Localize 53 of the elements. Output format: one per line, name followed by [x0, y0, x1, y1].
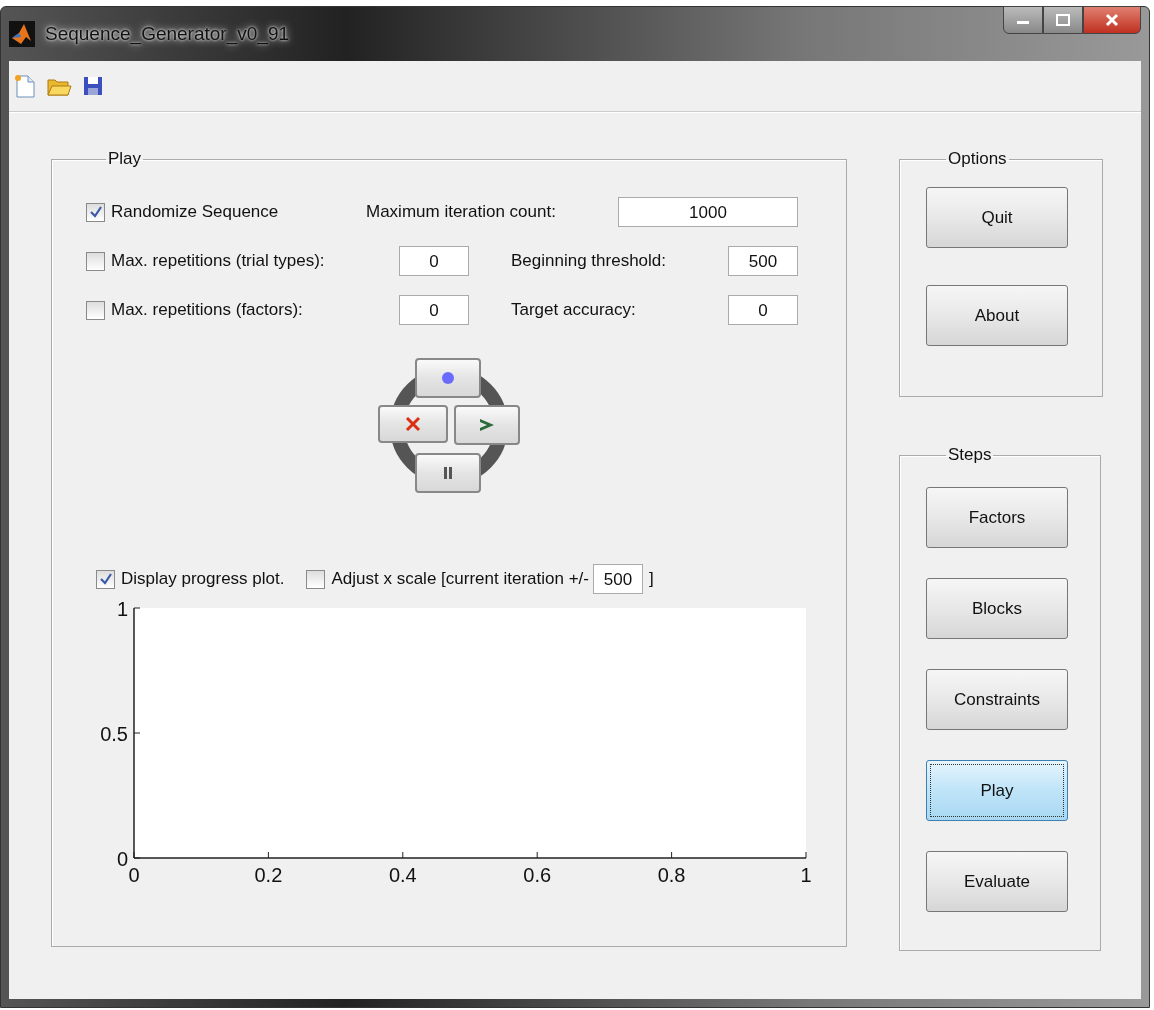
pause-icon	[442, 465, 454, 481]
x-tick-label: 1	[800, 864, 812, 886]
maximize-icon	[1055, 14, 1071, 26]
dot-icon	[440, 370, 456, 386]
record-button[interactable]	[415, 358, 481, 398]
minimize-button[interactable]	[1003, 6, 1043, 34]
app-logo-icon	[9, 21, 35, 47]
stop-button[interactable]	[378, 405, 448, 443]
checkbox[interactable]	[86, 251, 105, 271]
checkbox[interactable]	[86, 300, 105, 320]
window-title: Sequence_Generator_v0_91	[45, 23, 290, 45]
field-label: Beginning threshold:	[511, 251, 667, 271]
checkbox[interactable]	[96, 569, 115, 589]
x-tick-label: 0.2	[254, 864, 283, 886]
cross-icon	[404, 415, 422, 433]
input-field[interactable]: 0	[399, 246, 469, 276]
x-tick-label: 0.8	[657, 864, 686, 886]
checkbox[interactable]	[306, 569, 326, 589]
group-title: Play	[107, 149, 143, 169]
step-button[interactable]: Evaluate	[926, 851, 1068, 912]
input-field[interactable]: 0	[399, 295, 469, 325]
x-tick-label: 0.4	[388, 864, 417, 886]
close-icon	[1104, 13, 1120, 27]
maximize-button[interactable]	[1043, 6, 1083, 34]
checkbox-label: Randomize Sequence	[111, 202, 279, 222]
y-tick-label: 0	[116, 848, 128, 870]
y-tick-label: 0.5	[100, 723, 128, 745]
checkbox-label: Display progress plot.	[121, 569, 285, 589]
input-field[interactable]: 500	[592, 564, 643, 594]
field-label: Target accuracy:	[511, 300, 637, 320]
field-label: Maximum iteration count:	[366, 202, 557, 222]
step-button[interactable]: Constraints	[926, 669, 1068, 730]
checkbox[interactable]	[86, 202, 105, 222]
close-button[interactable]	[1083, 6, 1141, 34]
step-button[interactable]: About	[926, 285, 1068, 346]
bracket-text: ]	[648, 569, 654, 589]
checkbox-label: Max. repetitions (trial types):	[111, 251, 325, 271]
x-tick-label: 0.6	[523, 864, 552, 886]
step-button[interactable]: Blocks	[926, 578, 1068, 639]
group-title: Steps	[947, 445, 993, 465]
input-field[interactable]: 500	[728, 246, 798, 276]
input-field[interactable]: 1000	[618, 197, 798, 227]
x-tick-label: 0	[128, 864, 140, 886]
checkbox-label: Max. repetitions (factors):	[111, 300, 303, 320]
group-title: Options	[947, 149, 1008, 169]
run-button[interactable]	[454, 405, 520, 445]
pause-button[interactable]	[415, 453, 481, 493]
step-button[interactable]: Play	[926, 760, 1068, 821]
input-field[interactable]: 0	[728, 295, 798, 325]
checkbox-label: Adjust x scale [current iteration +/-	[331, 569, 589, 589]
step-button[interactable]: Quit	[926, 187, 1068, 248]
step-button[interactable]: Factors	[926, 487, 1068, 548]
y-tick-label: 1	[116, 598, 128, 620]
